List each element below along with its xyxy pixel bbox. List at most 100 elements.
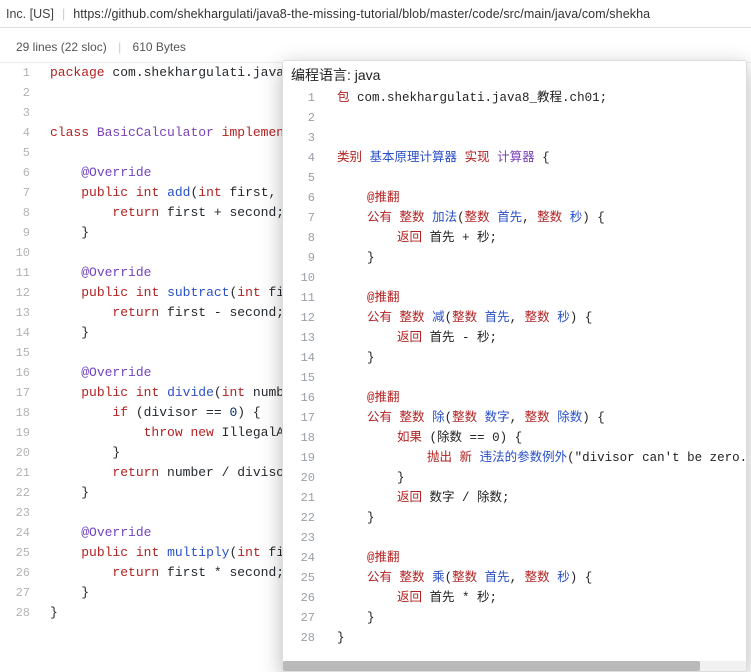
line-number[interactable]: 12 [283,308,327,328]
code-line: 15 [283,368,747,388]
line-number[interactable]: 15 [283,368,327,388]
line-number[interactable]: 10 [283,268,327,288]
line-number[interactable]: 1 [0,63,40,84]
code-content[interactable]: 包 com.shekhargulati.java8_教程.ch01; [327,88,747,108]
line-number[interactable]: 14 [0,323,40,343]
code-content[interactable] [327,108,747,128]
code-content[interactable]: 公有 整数 加法(整数 首先, 整数 秒) { [327,208,747,228]
line-number[interactable]: 2 [0,83,40,103]
line-number[interactable]: 3 [283,128,327,148]
line-number[interactable]: 21 [0,463,40,483]
code-content[interactable] [327,528,747,548]
line-number[interactable]: 7 [0,183,40,203]
line-number[interactable]: 6 [283,188,327,208]
line-number[interactable]: 5 [0,143,40,163]
code-content[interactable]: @推翻 [327,388,747,408]
line-number[interactable]: 19 [0,423,40,443]
code-content[interactable]: } [327,468,747,488]
code-line: 9 } [283,248,747,268]
line-number[interactable]: 28 [283,628,327,648]
line-number[interactable]: 18 [283,428,327,448]
line-number[interactable]: 23 [283,528,327,548]
code-content[interactable]: 公有 整数 乘(整数 首先, 整数 秒) { [327,568,747,588]
line-number[interactable]: 16 [283,388,327,408]
code-content[interactable]: @推翻 [327,188,747,208]
line-number[interactable]: 24 [283,548,327,568]
code-content[interactable]: @推翻 [327,548,747,568]
line-number[interactable]: 8 [283,228,327,248]
line-number[interactable]: 26 [0,563,40,583]
code-line: 16 @推翻 [283,388,747,408]
line-number[interactable]: 5 [283,168,327,188]
line-number[interactable]: 19 [283,448,327,468]
main-area: 29 lines (22 sloc) | 610 Bytes 1package … [0,28,751,658]
line-number[interactable]: 4 [283,148,327,168]
line-number[interactable]: 4 [0,123,40,143]
line-number[interactable]: 15 [0,343,40,363]
translation-scrollbar-thumb[interactable] [283,661,700,671]
code-content[interactable]: } [327,508,747,528]
line-number[interactable]: 25 [0,543,40,563]
line-number[interactable]: 7 [283,208,327,228]
file-meta: 29 lines (22 sloc) | 610 Bytes [0,28,751,56]
line-number[interactable]: 16 [0,363,40,383]
address-bar: Inc. [US] | https://github.com/shekhargu… [0,0,751,28]
line-number[interactable]: 20 [0,443,40,463]
code-content[interactable]: } [327,348,747,368]
code-content[interactable]: @推翻 [327,288,747,308]
line-number[interactable]: 2 [283,108,327,128]
line-number[interactable]: 20 [283,468,327,488]
code-content[interactable]: 返回 数字 / 除数; [327,488,747,508]
translation-popup[interactable]: 编程语言: java 1包 com.shekhargulati.java8_教程… [282,60,747,672]
code-content[interactable]: 返回 首先 * 秒; [327,588,747,608]
code-line: 19 抛出 新 违法的参数例外("divisor can't be zero."… [283,448,747,468]
line-number[interactable]: 22 [283,508,327,528]
code-content[interactable]: } [327,248,747,268]
code-content[interactable] [327,368,747,388]
line-number[interactable]: 22 [0,483,40,503]
line-number[interactable]: 13 [283,328,327,348]
code-content[interactable]: 公有 整数 除(整数 数字, 整数 除数) { [327,408,747,428]
code-content[interactable]: 公有 整数 减(整数 首先, 整数 秒) { [327,308,747,328]
line-number[interactable]: 12 [0,283,40,303]
code-content[interactable]: 如果 (除数 == 0) { [327,428,747,448]
translation-scrollbar[interactable] [283,661,746,671]
file-bytes: 610 Bytes [133,40,186,54]
code-content[interactable]: 类别 基本原理计算器 实现 计算器 { [327,148,747,168]
line-number[interactable]: 9 [283,248,327,268]
line-number[interactable]: 17 [0,383,40,403]
line-number[interactable]: 26 [283,588,327,608]
line-number[interactable]: 28 [0,603,40,623]
line-number[interactable]: 27 [283,608,327,628]
line-number[interactable]: 13 [0,303,40,323]
line-number[interactable]: 11 [0,263,40,283]
code-line: 21 返回 数字 / 除数; [283,488,747,508]
code-line: 10 [283,268,747,288]
line-number[interactable]: 21 [283,488,327,508]
line-number[interactable]: 23 [0,503,40,523]
code-line: 5 [283,168,747,188]
line-number[interactable]: 1 [283,88,327,108]
line-number[interactable]: 24 [0,523,40,543]
line-number[interactable]: 9 [0,223,40,243]
line-number[interactable]: 3 [0,103,40,123]
line-number[interactable]: 25 [283,568,327,588]
code-content[interactable]: 抛出 新 违法的参数例外("divisor can't be zero."); [327,448,747,468]
code-content[interactable]: 返回 首先 + 秒; [327,228,747,248]
code-content[interactable]: } [327,608,747,628]
line-number[interactable]: 8 [0,203,40,223]
code-content[interactable] [327,128,747,148]
line-number[interactable]: 11 [283,288,327,308]
line-number[interactable]: 14 [283,348,327,368]
line-number[interactable]: 10 [0,243,40,263]
code-content[interactable] [327,168,747,188]
address-url[interactable]: https://github.com/shekhargulati/java8-t… [73,7,650,21]
code-content[interactable]: 返回 首先 - 秒; [327,328,747,348]
code-content[interactable]: } [327,628,747,648]
code-content[interactable] [327,268,747,288]
line-number[interactable]: 17 [283,408,327,428]
line-number[interactable]: 18 [0,403,40,423]
line-number[interactable]: 6 [0,163,40,183]
code-line: 11 @推翻 [283,288,747,308]
line-number[interactable]: 27 [0,583,40,603]
